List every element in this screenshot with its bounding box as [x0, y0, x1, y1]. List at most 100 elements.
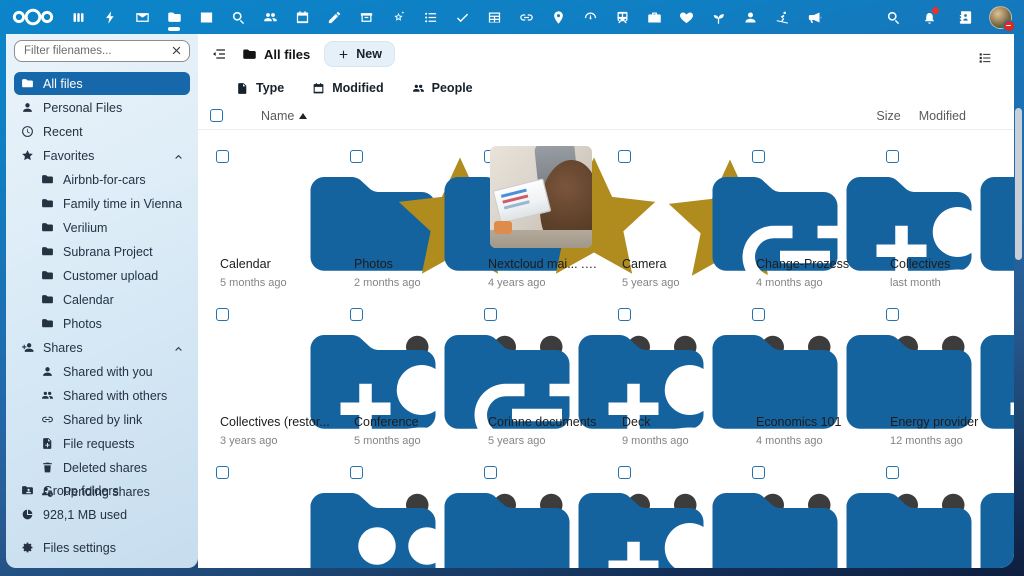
- file-actions-menu-icon[interactable]: [445, 430, 462, 447]
- collapse-sidebar-button[interactable]: [206, 41, 232, 67]
- sidebar-item-favorites[interactable]: Favorites: [14, 144, 190, 167]
- sidebar-item-recent[interactable]: Recent: [14, 120, 190, 143]
- filter-chip-type[interactable]: Type: [236, 81, 284, 95]
- sidebar-item-all-files[interactable]: All files: [14, 72, 190, 95]
- folder-icon: [625, 310, 725, 402]
- notifications-icon[interactable]: [917, 5, 941, 29]
- file-actions-menu-icon[interactable]: [311, 272, 328, 289]
- train-icon[interactable]: [606, 0, 638, 34]
- sidebar-item-photos[interactable]: Photos: [14, 312, 190, 335]
- folder-icon[interactable]: [158, 0, 190, 34]
- file-tile[interactable]: Camera5 years ago: [608, 140, 742, 298]
- sidebar-item-calendar[interactable]: Calendar: [14, 288, 190, 311]
- file-actions-menu-icon[interactable]: [579, 430, 596, 447]
- file-tile[interactable]: Calendar5 months ago: [206, 140, 340, 298]
- archive-icon[interactable]: [350, 0, 382, 34]
- sidebar-item-airbnb-for-cars[interactable]: Airbnb-for-cars: [14, 168, 190, 191]
- avatar[interactable]: [989, 6, 1012, 29]
- list-icon[interactable]: [414, 0, 446, 34]
- sidebar-item-customer-upload[interactable]: Customer upload: [14, 264, 190, 287]
- person-icon[interactable]: [734, 0, 766, 34]
- file-actions-menu-icon[interactable]: [713, 272, 730, 289]
- file-actions-menu-icon[interactable]: [847, 272, 864, 289]
- file-tile[interactable]: Energy provider12 months ago: [876, 298, 1010, 456]
- sprout-icon[interactable]: [702, 0, 734, 34]
- sidebar-item-family-time-in-vienna[interactable]: Family time in Vienna: [14, 192, 190, 215]
- sidebar-item-shared-by-link[interactable]: Shared by link: [14, 408, 190, 431]
- group-icon: [412, 82, 425, 95]
- filter-filenames-input[interactable]: [14, 40, 190, 62]
- file-tile[interactable]: [340, 456, 474, 568]
- sidebar-item-shared-with-you[interactable]: Shared with you: [14, 360, 190, 383]
- folder-icon: [357, 468, 457, 560]
- sidebar-item-group-folders[interactable]: Group folders: [14, 479, 190, 502]
- file-actions-menu-icon[interactable]: [311, 430, 328, 447]
- image-icon[interactable]: [190, 0, 222, 34]
- file-tile[interactable]: Deck9 months ago: [608, 298, 742, 456]
- gauge-icon[interactable]: [574, 0, 606, 34]
- sidebar-item-subrana-project[interactable]: Subrana Project: [14, 240, 190, 263]
- sidebar-item-shares[interactable]: Shares: [14, 336, 190, 359]
- sidebar-item-shared-with-others[interactable]: Shared with others: [14, 384, 190, 407]
- sidebar-item-verilium[interactable]: Verilium: [14, 216, 190, 239]
- map-pin-icon[interactable]: [542, 0, 574, 34]
- sidebar-item-file-requests[interactable]: File requests: [14, 432, 190, 455]
- file-list-header: Name Size Modified: [198, 102, 1014, 130]
- file-tile[interactable]: Change-Prozess4 months ago: [742, 140, 876, 298]
- nextcloud-logo-icon[interactable]: [10, 6, 56, 28]
- group-icon[interactable]: [254, 0, 286, 34]
- filter-chip-people[interactable]: People: [412, 81, 473, 95]
- file-actions-menu-icon[interactable]: [847, 430, 864, 447]
- bolt-icon[interactable]: [94, 0, 126, 34]
- magnify-icon[interactable]: [222, 0, 254, 34]
- table-icon[interactable]: [478, 0, 510, 34]
- file-tile[interactable]: Economics 1014 months ago: [742, 298, 876, 456]
- file-tile[interactable]: Photos2 months ago: [340, 140, 474, 298]
- contacts-menu-icon[interactable]: [953, 5, 977, 29]
- breadcrumb[interactable]: All files: [242, 47, 310, 62]
- file-tile[interactable]: [474, 456, 608, 568]
- file-tile[interactable]: Conference5 months ago: [340, 298, 474, 456]
- select-all-checkbox[interactable]: [210, 109, 223, 122]
- vertical-scrollbar[interactable]: [1015, 108, 1022, 260]
- file-tile[interactable]: [608, 456, 742, 568]
- chevron-up-icon[interactable]: [172, 150, 183, 161]
- bars-icon[interactable]: [62, 0, 94, 34]
- file-tile[interactable]: Collectives (restor...3 years ago: [206, 298, 340, 456]
- file-tile[interactable]: [206, 456, 340, 568]
- new-button[interactable]: New: [324, 41, 395, 67]
- file-actions-menu-icon[interactable]: [981, 430, 998, 447]
- sort-by-name-header[interactable]: Name: [261, 109, 307, 123]
- star-sparkle-icon[interactable]: [382, 0, 414, 34]
- mail-icon[interactable]: [126, 0, 158, 34]
- filter-clear-icon[interactable]: [170, 44, 183, 57]
- link-icon[interactable]: [510, 0, 542, 34]
- search-icon[interactable]: [881, 5, 905, 29]
- sidebar-item-files-settings[interactable]: Files settings: [14, 536, 190, 559]
- filter-chip-modified[interactable]: Modified: [312, 81, 383, 95]
- view-toggle-list-button[interactable]: [972, 45, 998, 71]
- ski-icon[interactable]: [766, 0, 798, 34]
- file-actions-menu-icon[interactable]: [713, 430, 730, 447]
- file-tile[interactable]: Collectiveslast month: [876, 140, 1010, 298]
- megaphone-icon[interactable]: [798, 0, 830, 34]
- file-actions-menu-icon[interactable]: [445, 272, 462, 289]
- heart-icon[interactable]: [670, 0, 702, 34]
- file-name: Change-Prozess: [756, 257, 866, 271]
- sidebar-item-928-1-mb-used[interactable]: 928,1 MB used: [14, 503, 190, 526]
- file-actions-menu-icon[interactable]: [579, 272, 596, 289]
- file-tile[interactable]: Nextcloud mai... .jpg4 years ago: [474, 140, 608, 298]
- file-tile[interactable]: [876, 456, 1010, 568]
- sidebar-item-personal-files[interactable]: Personal Files: [14, 96, 190, 119]
- check-icon[interactable]: [446, 0, 478, 34]
- file-tile[interactable]: [742, 456, 876, 568]
- calendar-icon[interactable]: [286, 0, 318, 34]
- size-column-header[interactable]: Size: [876, 109, 900, 123]
- briefcase-icon[interactable]: [638, 0, 670, 34]
- chevron-up-icon[interactable]: [172, 342, 183, 353]
- file-tile[interactable]: Corinne documents5 years ago: [474, 298, 608, 456]
- file-actions-menu-icon[interactable]: [981, 272, 998, 289]
- modified-column-header[interactable]: Modified: [919, 109, 966, 123]
- pencil-icon[interactable]: [318, 0, 350, 34]
- sidebar-item-deleted-shares[interactable]: Deleted shares: [14, 456, 190, 479]
